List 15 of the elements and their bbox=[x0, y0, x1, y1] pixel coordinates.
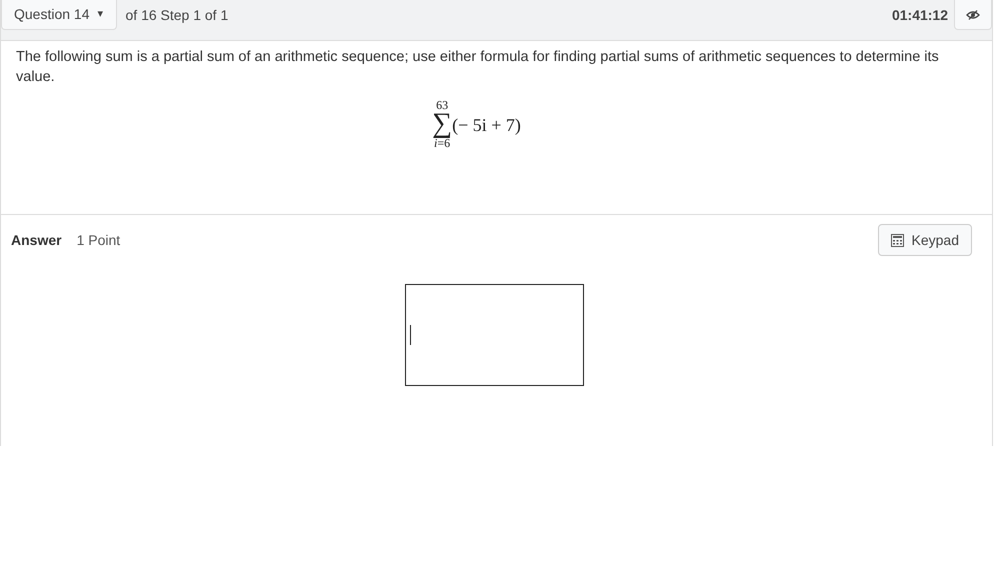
answer-field[interactable] bbox=[404, 284, 584, 386]
calculator-icon bbox=[890, 234, 904, 246]
lower-limit: i=6 bbox=[434, 137, 450, 149]
keypad-button[interactable]: Keypad bbox=[878, 224, 972, 256]
question-dropdown[interactable]: Question 14 ▾ bbox=[1, 0, 116, 30]
crossed-eye-icon bbox=[966, 10, 980, 20]
question-text: The following sum is a partial sum of an arithmetic sequence; use either formula for finding partial sums of arithmetic sequences to determine its value. bbox=[16, 48, 940, 87]
answer-label: Answer bbox=[11, 230, 62, 250]
progress-text: of 16 Step 1 of 1 bbox=[126, 6, 228, 25]
hide-toggle-button[interactable] bbox=[954, 0, 992, 30]
sum-symbol: ∑ bbox=[432, 111, 452, 137]
expression: (− 5i + 7) bbox=[452, 114, 521, 137]
points-text: 1 Point bbox=[76, 230, 120, 250]
upper-limit: 63 bbox=[436, 99, 448, 111]
timer: 01:41:12 bbox=[892, 6, 948, 25]
